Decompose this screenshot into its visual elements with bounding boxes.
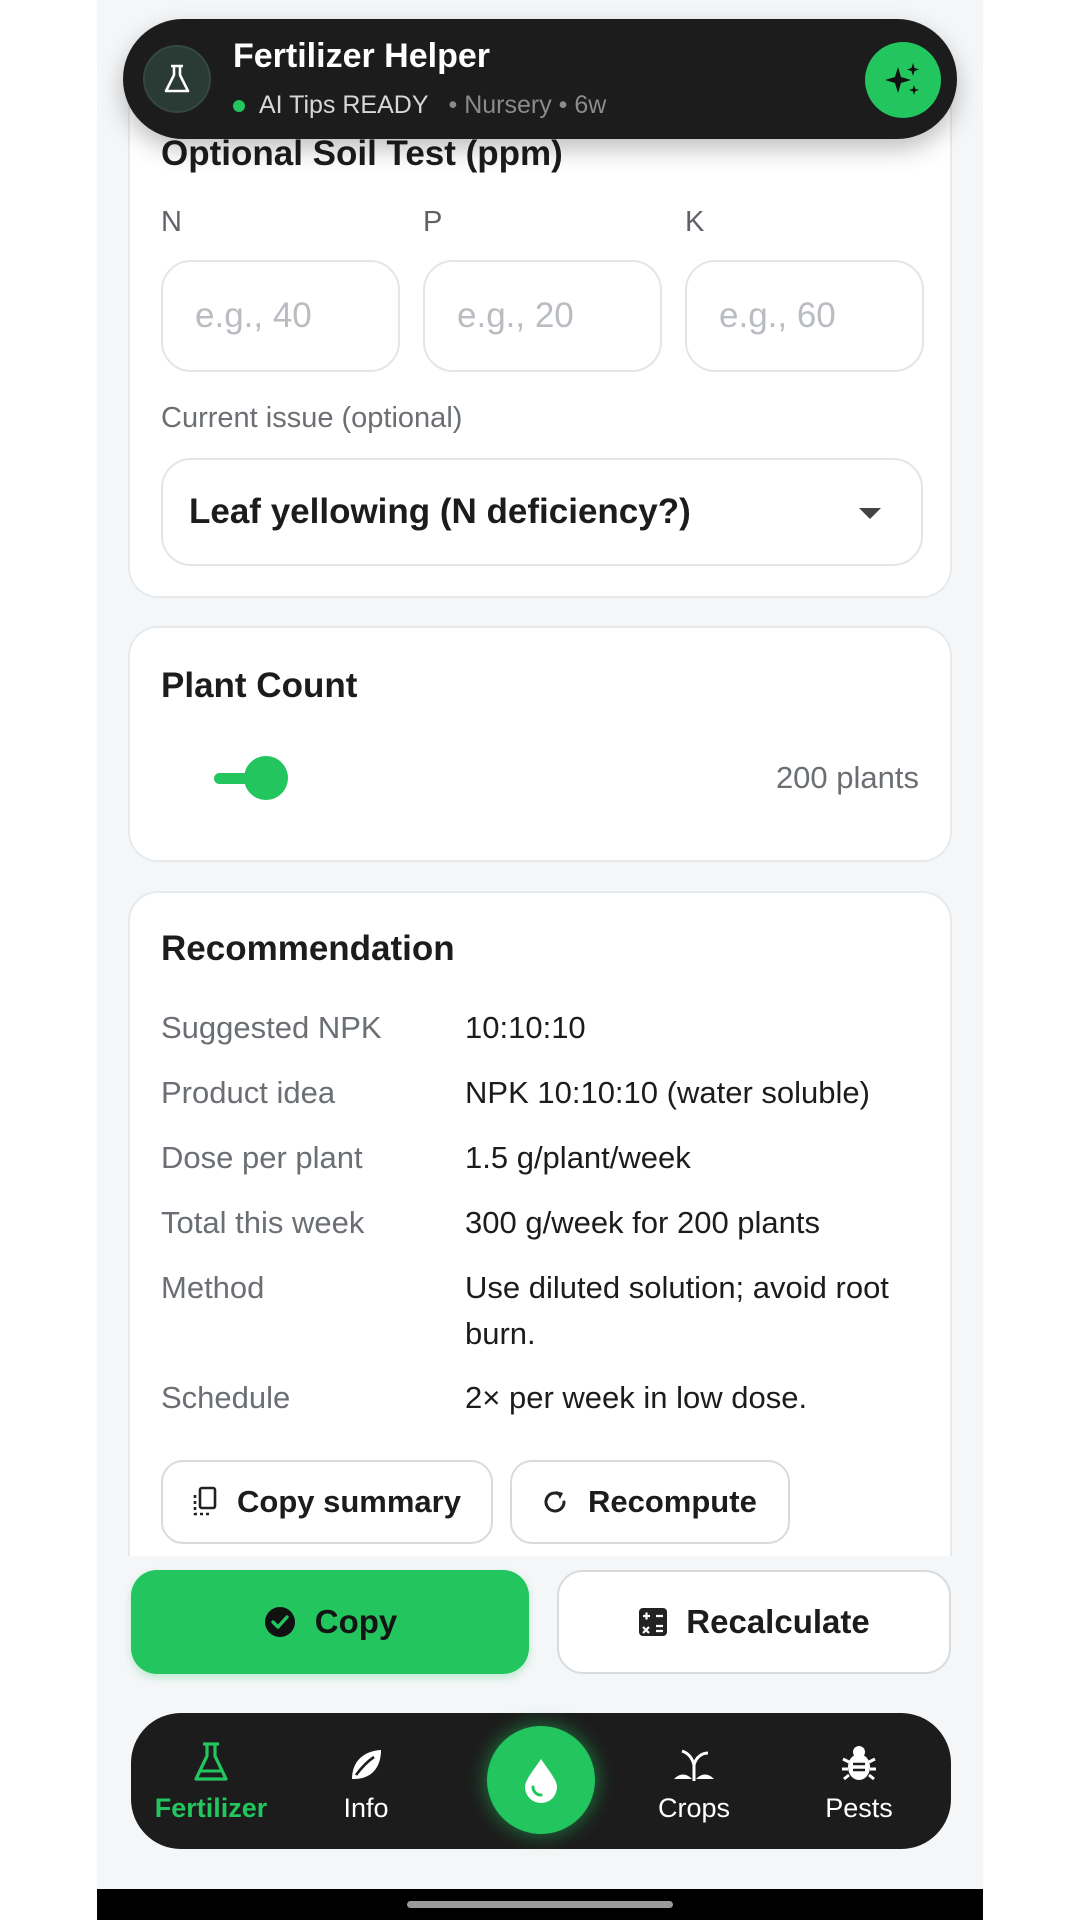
ai-status-text: AI Tips READY	[259, 91, 429, 119]
plant-count-value: 200 plants	[775, 760, 919, 795]
recalculate-label: Recalculate	[686, 1603, 870, 1640]
rec-value: 2× per week in low dose.	[465, 1380, 808, 1415]
sparkle-icon	[885, 63, 919, 95]
copy-summary-label: Copy summary	[237, 1484, 461, 1519]
plant-count-card: Plant Count 200 plants	[128, 626, 952, 862]
rec-key: Suggested NPK	[161, 1010, 382, 1045]
copy-button[interactable]: Copy	[131, 1570, 529, 1674]
n-input[interactable]	[161, 260, 400, 372]
water-drop-button[interactable]	[487, 1726, 595, 1834]
rec-key: Product idea	[161, 1075, 336, 1110]
calculator-icon	[639, 1608, 668, 1636]
copy-icon	[193, 1486, 217, 1516]
app-screen: Optional Soil Test (ppm) N P K Current i…	[97, 0, 983, 1920]
water-drop-icon	[525, 1759, 557, 1803]
ai-status: AI Tips READY • Nursery • 6w	[233, 91, 606, 120]
recommendation-card: Recommendation Suggested NPK 10:10:10 Pr…	[128, 891, 952, 1591]
soil-test-title: Optional Soil Test (ppm)	[161, 134, 563, 173]
app-title: Fertilizer Helper	[233, 37, 490, 75]
recompute-button[interactable]: Recompute	[510, 1460, 790, 1544]
plant-count-slider[interactable]	[210, 753, 290, 803]
p-label: P	[423, 206, 443, 238]
plant-count-title: Plant Count	[161, 666, 358, 705]
app-header: Fertilizer Helper AI Tips READY • Nurser…	[123, 19, 957, 139]
rec-key: Method	[161, 1270, 265, 1305]
system-nav-bar	[97, 1889, 983, 1920]
nav-item-crops[interactable]: Crops	[624, 1737, 764, 1824]
k-input[interactable]	[685, 260, 924, 372]
nav-label-fertilizer: Fertilizer	[154, 1793, 268, 1823]
copy-label: Copy	[314, 1603, 398, 1640]
issue-label: Current issue (optional)	[161, 402, 463, 434]
recalculate-button[interactable]: Recalculate	[557, 1570, 951, 1674]
copy-summary-button[interactable]: Copy summary	[161, 1460, 493, 1544]
check-circle-icon	[264, 1607, 295, 1637]
sprout-icon	[674, 1749, 714, 1781]
issue-select[interactable]: Leaf yellowing (N deficiency?)	[161, 458, 923, 566]
nav-label-crops: Crops	[657, 1793, 731, 1823]
recompute-label: Recompute	[588, 1484, 757, 1519]
n-label: N	[161, 206, 182, 238]
flask-icon	[143, 45, 211, 113]
home-handle[interactable]	[407, 1901, 673, 1908]
p-input[interactable]	[423, 260, 662, 372]
nav-label-info: Info	[343, 1793, 389, 1823]
issue-select-value: Leaf yellowing (N deficiency?)	[189, 492, 691, 531]
status-dot	[233, 99, 245, 112]
nav-item-info[interactable]: Info	[296, 1737, 436, 1824]
rec-key: Dose per plant	[161, 1140, 363, 1175]
nav-item-fertilizer[interactable]: Fertilizer	[141, 1737, 281, 1824]
rec-value: NPK 10:10:10 (water soluble)	[465, 1075, 870, 1110]
rec-value: 1.5 g/plant/week	[465, 1140, 691, 1175]
flask-icon	[194, 1742, 228, 1781]
caret-down-icon	[859, 508, 881, 519]
bottom-nav: Fertilizer Info Crops Pests	[131, 1713, 951, 1849]
nav-item-pests[interactable]: Pests	[789, 1737, 929, 1824]
bug-icon	[842, 1746, 876, 1781]
slider-thumb[interactable]	[244, 756, 288, 800]
rec-value: 10:10:10	[465, 1010, 586, 1045]
soil-test-card: Optional Soil Test (ppm) N P K Current i…	[128, 90, 952, 598]
leaf-icon	[352, 1750, 381, 1779]
ai-sparkle-button[interactable]	[865, 42, 941, 118]
context-text: • Nursery • 6w	[448, 91, 607, 119]
refresh-icon	[544, 1491, 566, 1513]
k-label: K	[685, 206, 705, 238]
rec-value: 300 g/week for 200 plants	[465, 1205, 821, 1240]
nav-label-pests: Pests	[825, 1793, 893, 1823]
rec-value: Use diluted solution; avoid root burn.	[465, 1270, 889, 1351]
rec-key: Schedule	[161, 1380, 291, 1415]
rec-key: Total this week	[161, 1205, 365, 1240]
action-bar: Copy Recalculate	[97, 1556, 983, 1726]
recommendation-title: Recommendation	[161, 929, 455, 968]
